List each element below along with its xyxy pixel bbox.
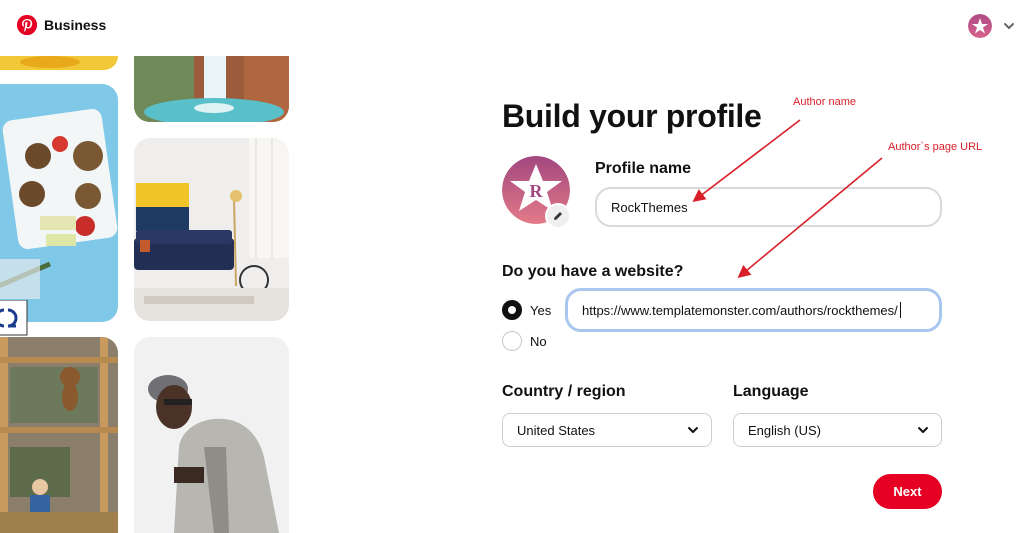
country-select[interactable]: United States	[502, 413, 712, 447]
website-radio-yes[interactable]: Yes	[502, 300, 551, 320]
country-value: United States	[517, 422, 596, 438]
language-value: English (US)	[748, 422, 821, 438]
radio-no-label: No	[530, 333, 547, 349]
radio-no-circle[interactable]	[502, 331, 522, 351]
svg-text:R: R	[530, 181, 544, 201]
radio-yes-label: Yes	[530, 302, 552, 318]
language-label: Language	[733, 383, 809, 400]
chevron-down-icon	[688, 427, 698, 433]
pencil-icon	[554, 212, 562, 220]
logo-badge	[0, 300, 28, 336]
annotation-author-name: Author name	[793, 96, 856, 108]
page-title: Build your profile	[502, 98, 762, 134]
tile-living-room[interactable]	[134, 138, 289, 321]
website-url-input[interactable]: https://www.templatemonster.com/authors/…	[565, 288, 942, 332]
next-button[interactable]: Next	[873, 474, 942, 509]
language-select[interactable]: English (US)	[733, 413, 942, 447]
website-radio-no[interactable]: No	[502, 331, 547, 351]
profile-name-input[interactable]: RockThemes	[595, 187, 942, 227]
profile-name-value: RockThemes	[611, 199, 688, 215]
avatar-icon	[968, 14, 992, 38]
profile-name-label: Profile name	[595, 160, 692, 177]
country-label: Country / region	[502, 383, 626, 400]
account-avatar[interactable]	[968, 14, 992, 38]
tile-playground[interactable]	[0, 337, 118, 533]
annotation-author-url: Author`s page URL	[888, 141, 983, 153]
edit-avatar-button[interactable]	[545, 203, 571, 229]
tile-man-portrait[interactable]	[134, 337, 289, 533]
brand[interactable]: Business	[16, 14, 106, 36]
chevron-down-icon[interactable]	[1002, 19, 1016, 33]
brand-label: Business	[44, 17, 107, 33]
chevron-down-icon	[918, 427, 928, 433]
text-caret	[899, 302, 901, 318]
tile-yellow-food[interactable]	[0, 56, 118, 70]
top-bar: Business	[0, 0, 1024, 56]
tile-waterfall[interactable]	[134, 56, 289, 122]
pinterest-logo-icon	[16, 14, 38, 36]
website-label: Do you have a website?	[502, 263, 684, 280]
tile-food-tray[interactable]	[0, 84, 118, 322]
radio-yes-circle[interactable]	[502, 300, 522, 320]
website-url-value: https://www.templatemonster.com/authors/…	[582, 302, 898, 318]
